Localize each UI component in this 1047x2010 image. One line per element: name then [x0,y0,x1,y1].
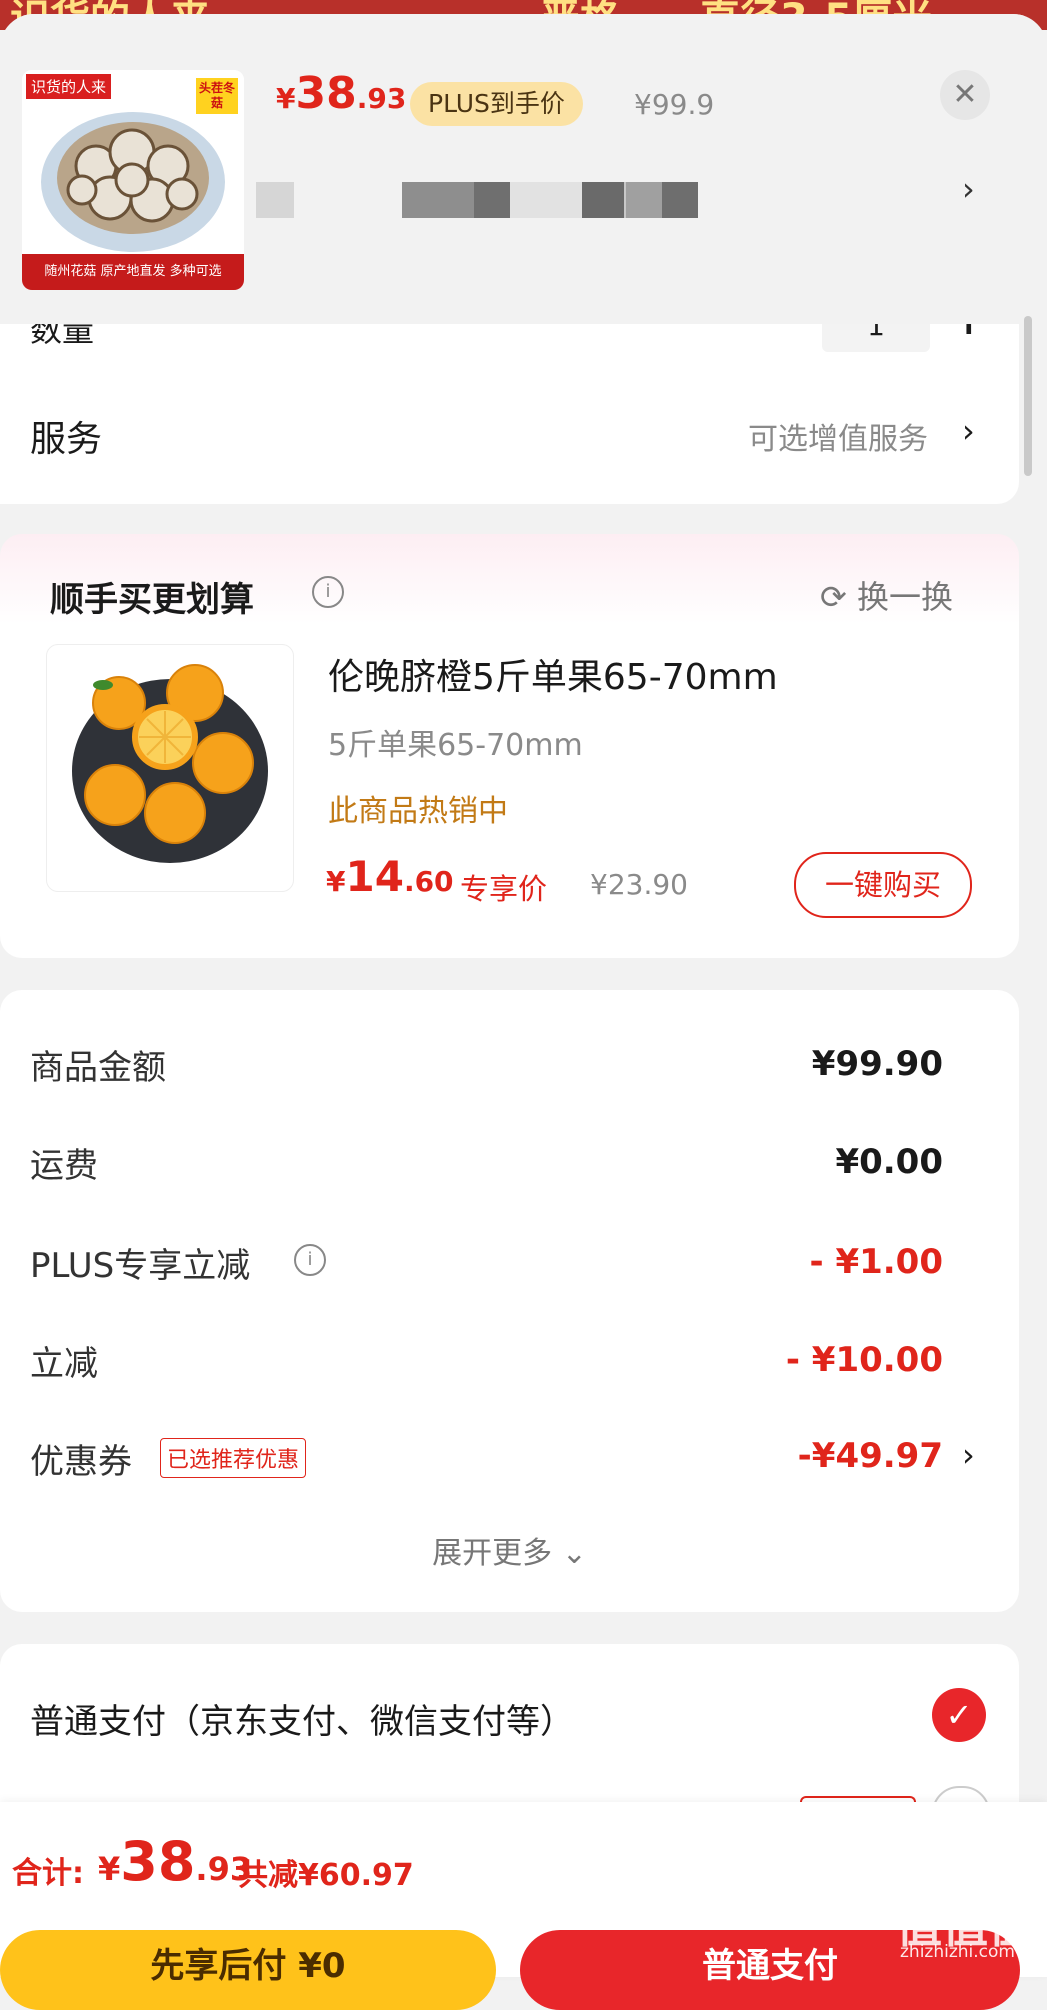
service-label: 服务 [30,419,103,460]
combo-price: ¥14.60 [326,852,454,901]
total-label: 合计: [12,1856,84,1891]
currency-symbol: ¥ [98,1850,121,1888]
total-saved: 共减¥60.97 [238,1858,414,1893]
price-decimal: .60 [403,865,454,898]
refresh-label: 换一换 [856,578,953,616]
summary-label-discount: 立减 [30,1344,98,1384]
image-tag-left: 识货的人来 [26,74,112,99]
plus-price-badge: PLUS到手价 [410,82,583,126]
expand-more-button[interactable]: 展开更多 ⌄ [0,1528,1019,1572]
blurred-variant-text [402,182,474,218]
payment-option-normal[interactable]: 普通支付（京东支付、微信支付等） [30,1694,574,1743]
summary-label-coupon[interactable]: 优惠券 [30,1434,132,1483]
chevron-right-icon[interactable]: › [962,412,975,450]
header-original-price: ¥99.9 [634,88,715,121]
orange-image [72,664,268,863]
pay-later-button[interactable]: 先享后付 ¥0 [0,1930,496,2010]
chevron-right-icon[interactable]: › [962,170,975,208]
price-integer: 38 [295,68,357,119]
orange-product-image[interactable] [46,644,294,892]
close-icon: ✕ [952,77,978,112]
summary-label-shipping: 运费 [30,1146,98,1186]
summary-value-goods: ¥99.90 [811,1044,943,1084]
close-button[interactable]: ✕ [940,70,990,120]
total-price: ¥38.93 [98,1830,252,1893]
combo-original-price: ¥23.90 [590,868,688,901]
summary-value-coupon[interactable]: -¥49.97 [798,1436,943,1476]
summary-value-discount: - ¥10.00 [785,1340,943,1380]
refresh-icon: ⟳ [820,578,857,616]
combo-product-name[interactable]: 伦晚脐橙5斤单果65-70mm [328,648,778,700]
summary-label-goods: 商品金额 [30,1048,166,1088]
one-click-buy-button[interactable]: 一键购买 [794,852,972,918]
currency-symbol: ¥ [326,865,346,898]
combo-product-spec: 5斤单果65-70mm [328,728,583,763]
header-price: ¥38.93 [276,68,406,119]
summary-label-plus: PLUS专享立减 [30,1246,251,1286]
blurred-variant-text [626,182,662,218]
chevron-right-icon[interactable]: › [962,1436,975,1474]
price-integer: 14 [345,852,404,901]
price-decimal: .93 [356,82,407,115]
combo-hot-label: 此商品热销中 [328,794,508,829]
price-integer: 38 [120,1830,196,1893]
service-value-link[interactable]: 可选增值服务 [748,414,928,458]
product-thumbnail[interactable]: 识货的人来 头茬冬菇 随州花菇 原产地直发 多种可选 [22,70,244,290]
blurred-variant-text [510,182,582,218]
info-icon[interactable]: i [294,1244,326,1276]
blurred-variant-text [662,182,698,218]
exclusive-price-label: 专享价 [460,872,548,906]
combo-title: 顺手买更划算 [50,580,254,620]
currency-symbol: ¥ [276,82,296,115]
check-icon[interactable]: ✓ [932,1688,986,1742]
summary-value-shipping: ¥0.00 [835,1142,943,1182]
image-tag-bottom: 随州花菇 原产地直发 多种可选 [22,254,244,290]
coupon-badge: 已选推荐优惠 [160,1438,307,1478]
summary-value-plus: - ¥1.00 [809,1242,944,1282]
image-tag-right: 头茬冬菇 [196,78,238,114]
info-icon[interactable]: i [312,576,344,608]
blurred-variant-text [474,182,510,218]
watermark-url: zhizhizhi.com [900,1942,1015,1962]
blurred-variant-text [256,182,294,218]
refresh-button[interactable]: ⟳ 换一换 [820,572,953,618]
scrollbar[interactable] [1024,316,1032,476]
